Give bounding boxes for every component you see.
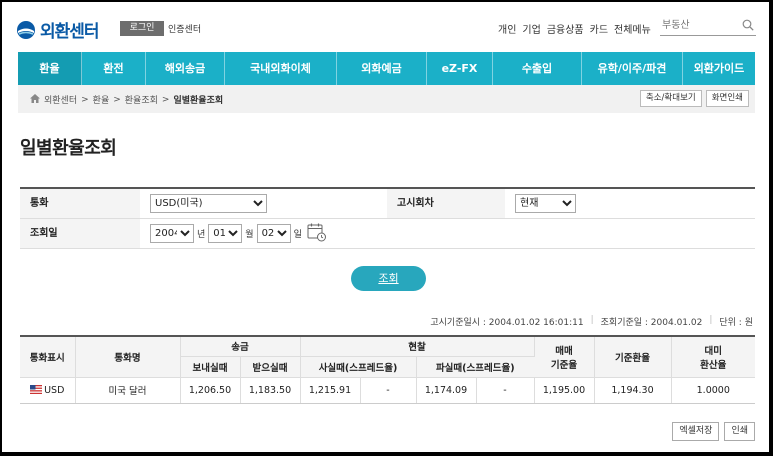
top-nav: 개인 기업 금융상품 카드 전체메뉴 (498, 21, 651, 36)
breadcrumb-item[interactable]: 환율 (93, 93, 110, 106)
breadcrumb-separator: > (81, 94, 89, 105)
table-header-row: 통화표시 통화명 송금 현찰 매매기준율 기준환율 대미환산율 (20, 335, 755, 378)
basis-separator: | (590, 315, 594, 325)
table-row: USD 미국 달러 1,206.50 1,183.50 1,215.91 - 1… (20, 377, 755, 404)
topnav-products[interactable]: 금융상품 (547, 21, 584, 36)
breadcrumb-bar: 외환센터 > 환율 > 환율조회 > 일별환율조회 축소/확대보기 화면인쇄 (18, 85, 755, 113)
form-row: 통화 USD(미국) 고시회차 현재 (20, 189, 755, 219)
notice-round-select[interactable]: 현재 (515, 194, 576, 213)
notice-datetime: 고시기준일시 : 2004.01.02 16:01:11 (430, 318, 584, 328)
topnav-business[interactable]: 기업 (522, 21, 540, 36)
basis-separator: | (709, 315, 713, 325)
bottom-actions: 엑셀저장 인쇄 (672, 422, 755, 441)
nav-item[interactable]: 유학/이주/파견 (582, 52, 683, 85)
month-select[interactable]: 01 (208, 224, 243, 243)
col-usd-rate: 대미환산율 (671, 335, 755, 378)
cert-center-link[interactable]: 인증센터 (168, 22, 201, 35)
currency-name: 미국 달러 (75, 377, 181, 404)
year-select[interactable]: 2004 (150, 224, 194, 243)
login-button[interactable]: 로그인 (120, 21, 164, 36)
logo-text: 외환센터 (40, 22, 100, 42)
col-base-rate: 기준환율 (594, 335, 672, 378)
col-currency: 통화표시 (20, 335, 76, 378)
col-send: 보내실때 (180, 356, 241, 378)
topnav-personal[interactable]: 개인 (498, 21, 516, 36)
col-remit: 송금 (180, 335, 301, 357)
nav-item[interactable]: 수출입 (493, 52, 582, 85)
query-button[interactable]: 조회 (351, 266, 426, 291)
notice-round-label: 고시회차 (387, 189, 505, 218)
topnav-all-menu[interactable]: 전체메뉴 (614, 21, 651, 36)
col-receive: 받으실때 (240, 356, 301, 378)
query-basis-date: 조회기준일 : 2004.01.02 (600, 318, 703, 328)
date-label: 조회일 (20, 219, 140, 248)
nav-item[interactable]: eZ-FX (427, 52, 493, 85)
nav-item[interactable]: 해외송금 (146, 52, 225, 85)
search-icon[interactable] (742, 19, 754, 34)
breadcrumb: 외환센터 > 환율 > 환율조회 > 일별환율조회 (30, 93, 223, 106)
send-rate: 1,206.50 (180, 377, 241, 404)
search-box (660, 16, 756, 36)
day-unit: 일 (293, 230, 302, 240)
basis-info: 고시기준일시 : 2004.01.02 16:01:11 | 조회기준일 : 2… (430, 315, 753, 328)
breadcrumb-item[interactable]: 환율조회 (125, 93, 158, 106)
nav-item[interactable]: 외화예금 (337, 52, 427, 85)
calendar-icon[interactable] (307, 222, 327, 245)
topnav-card[interactable]: 카드 (590, 21, 608, 36)
base-rate: 1,194.30 (594, 377, 672, 404)
currency-cell: USD(미국) (140, 189, 387, 218)
trade-base-rate: 1,195.00 (534, 377, 595, 404)
currency-code: USD (44, 384, 65, 396)
breadcrumb-separator: > (113, 94, 121, 105)
month-unit: 월 (245, 230, 254, 240)
unit-text: 단위 : 원 (719, 318, 753, 328)
usd-rate-line2: 환산율 (700, 359, 727, 371)
year-unit: 년 (197, 230, 206, 240)
us-flag-icon (30, 384, 43, 394)
cash-buy-rate: 1,215.91 (300, 377, 361, 404)
currency-label: 통화 (20, 189, 140, 218)
col-cash: 현찰 (300, 335, 535, 357)
usd-rate-line1: 대미 (704, 345, 722, 357)
view-tools: 축소/확대보기 화면인쇄 (639, 90, 749, 107)
col-trade-rate: 매매기준율 (534, 335, 595, 378)
trade-rate-line1: 매매 (555, 345, 573, 357)
day-select[interactable]: 02 (256, 224, 291, 243)
page-title: 일별환율조회 (20, 138, 117, 159)
nav-item[interactable]: 외환가이드 (683, 52, 755, 85)
print-button[interactable]: 인쇄 (724, 422, 755, 441)
zoom-button[interactable]: 축소/확대보기 (639, 90, 702, 107)
usd-conversion-rate: 1.0000 (671, 377, 755, 404)
breadcrumb-current: 일별환율조회 (173, 96, 224, 106)
search-input[interactable] (660, 16, 736, 34)
trade-rate-line2: 기준율 (550, 359, 578, 371)
breadcrumb-separator: > (161, 94, 170, 105)
screen-print-button[interactable]: 화면인쇄 (705, 90, 749, 107)
date-cell: 2004 년 01 월 02 일 (140, 219, 327, 248)
form-row: 조회일 2004 년 01 월 02 일 (20, 219, 755, 249)
header: 외환센터 로그인 인증센터 개인 기업 금융상품 카드 전체메뉴 (2, 2, 769, 52)
receive-rate: 1,183.50 (240, 377, 301, 404)
exchange-rate-table: 통화표시 통화명 송금 현찰 매매기준율 기준환율 대미환산율 보내실때 받으실… (20, 335, 755, 404)
excel-save-button[interactable]: 엑셀저장 (672, 422, 720, 441)
col-cash-sell: 파실때(스프레드율) (416, 356, 534, 378)
main-nav: 환율 환전 해외송금 국내외화이체 외화예금 eZ-FX 수출입 유학/이주/파견 외환가이드 (18, 52, 755, 85)
notice-round-cell: 현재 (505, 189, 576, 218)
logo[interactable]: 외환센터 (16, 17, 100, 42)
col-cash-buy: 사실때(스프레드율) (300, 356, 417, 378)
col-name: 통화명 (75, 335, 181, 378)
cash-buy-spread: - (360, 377, 417, 404)
breadcrumb-item[interactable]: 외환센터 (44, 93, 77, 106)
search-form: 통화 USD(미국) 고시회차 현재 조회일 2004 년 01 월 02 일 (20, 187, 755, 249)
currency-select[interactable]: USD(미국) (150, 194, 267, 213)
currency-code-cell: USD (20, 377, 76, 404)
page: 외환센터 로그인 인증센터 개인 기업 금융상품 카드 전체메뉴 환율환전해외송… (2, 2, 769, 452)
logo-icon (16, 20, 36, 40)
home-icon[interactable] (30, 93, 40, 106)
nav-item[interactable]: 환전 (82, 52, 146, 85)
cash-sell-spread: - (476, 377, 535, 404)
nav-item[interactable]: 환율 (18, 52, 82, 85)
nav-item[interactable]: 국내외화이체 (225, 52, 337, 85)
cash-sell-rate: 1,174.09 (416, 377, 477, 404)
